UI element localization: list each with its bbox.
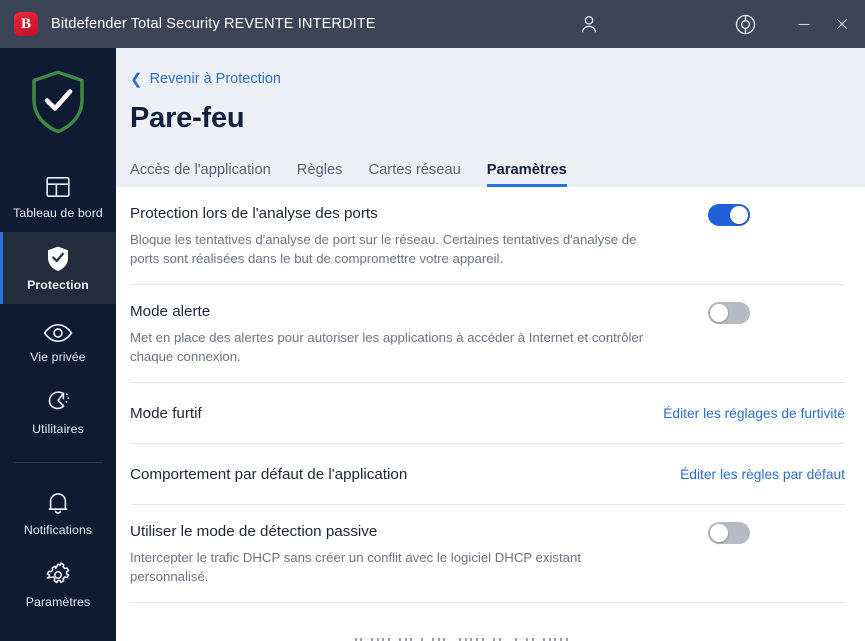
setting-title: Utiliser le mode de détection passive xyxy=(130,523,378,540)
setting-text: Mode alerte Met en place des alertes pou… xyxy=(130,302,690,366)
mode-alerte-toggle[interactable] xyxy=(708,302,750,324)
setting-control: Éditer les réglages de furtivité xyxy=(647,406,845,421)
sidebar: Tableau de bord Protection Vie privée Ut… xyxy=(0,48,116,641)
toggle-knob xyxy=(710,524,728,542)
setting-row-mode-furtif: Mode furtif Éditer les réglages de furti… xyxy=(130,383,845,444)
sidebar-item-label: Paramètres xyxy=(25,594,91,609)
sidebar-divider xyxy=(14,462,102,463)
tab-regles[interactable]: Règles xyxy=(297,162,343,187)
eye-icon xyxy=(43,317,73,343)
setting-title: Mode alerte xyxy=(130,303,211,320)
account-button[interactable] xyxy=(566,0,612,48)
bell-icon xyxy=(46,490,70,516)
setting-title: Comportement par défaut de l'application xyxy=(130,466,408,483)
close-button[interactable] xyxy=(819,0,865,48)
sidebar-item-parametres[interactable]: Paramètres xyxy=(0,549,116,621)
gear-icon xyxy=(45,561,71,588)
toggle-knob xyxy=(730,206,748,224)
sidebar-item-label: Notifications xyxy=(23,522,93,537)
sidebar-item-utilitaires[interactable]: Utilitaires xyxy=(0,376,116,448)
shield-check-icon xyxy=(29,69,87,140)
bitdefender-logo-icon: B xyxy=(14,12,38,36)
detection-passive-toggle[interactable] xyxy=(708,522,750,544)
window-body: Tableau de bord Protection Vie privée Ut… xyxy=(0,48,865,641)
sidebar-item-label: Vie privée xyxy=(30,349,86,364)
sidebar-brand xyxy=(0,48,116,160)
sidebar-item-label: Utilitaires xyxy=(32,421,84,436)
setting-text: Utiliser le mode de détection passive In… xyxy=(130,522,690,586)
toggle-knob xyxy=(710,304,728,322)
chevron-left-icon: ❮ xyxy=(130,70,143,88)
minimize-icon xyxy=(796,16,812,32)
tab-cartes-reseau[interactable]: Cartes réseau xyxy=(369,162,461,187)
main-content: ❮ Revenir à Protection Pare-feu Accès de… xyxy=(116,48,865,641)
sidebar-item-tableau-de-bord[interactable]: Tableau de bord xyxy=(0,160,116,232)
setting-description: Bloque les tentatives d'analyse de port … xyxy=(130,232,637,266)
edit-stealth-settings-link[interactable]: Éditer les réglages de furtivité xyxy=(663,406,845,421)
setting-description: Met en place des alertes pour autoriser … xyxy=(130,330,644,364)
page-title: Pare-feu xyxy=(130,101,245,134)
logo-letter: B xyxy=(20,15,31,32)
sidebar-item-vie-privee[interactable]: Vie privée xyxy=(0,304,116,376)
setting-text: Protection lors de l'analyse des ports B… xyxy=(130,204,690,268)
back-link-label: Revenir à Protection xyxy=(149,71,281,87)
setting-control xyxy=(690,302,750,324)
setting-description: Intercepter le trafic DHCP sans créer un… xyxy=(130,550,582,584)
setting-row-comportement-par-defaut: Comportement par défaut de l'application… xyxy=(130,444,845,505)
close-icon xyxy=(834,16,850,32)
setting-title: Mode furtif xyxy=(130,405,202,422)
setting-control xyxy=(690,522,750,544)
edit-default-rules-link[interactable]: Éditer les règles par défaut xyxy=(680,467,845,482)
dashboard-icon xyxy=(45,173,71,199)
person-icon xyxy=(578,13,600,35)
sidebar-item-label: Tableau de bord xyxy=(13,205,103,220)
setting-control: Éditer les règles par défaut xyxy=(664,467,845,482)
setting-row-mode-alerte: Mode alerte Met en place des alertes pou… xyxy=(130,285,845,383)
port-scan-protection-toggle[interactable] xyxy=(708,204,750,226)
sidebar-bottom-spacer xyxy=(0,621,116,641)
setting-text: Comportement par défaut de l'application xyxy=(130,465,664,484)
window-title: Bitdefender Total Security REVENTE INTER… xyxy=(51,16,376,32)
tab-acces-de-l-application[interactable]: Accès de l'application xyxy=(130,162,271,187)
setting-text: Mode furtif xyxy=(130,404,647,423)
setting-row-detection-passive: Utiliser le mode de détection passive In… xyxy=(130,505,845,603)
setting-control xyxy=(690,204,750,226)
setting-title: Protection lors de l'analyse des ports xyxy=(130,205,378,222)
page-header: ❮ Revenir à Protection Pare-feu Accès de… xyxy=(116,48,865,187)
sidebar-item-notifications[interactable]: Notifications xyxy=(0,477,116,549)
settings-list: Protection lors de l'analyse des ports B… xyxy=(116,187,865,641)
tab-bar: Accès de l'application Règles Cartes rés… xyxy=(130,151,567,187)
sidebar-item-protection[interactable]: Protection xyxy=(0,232,116,304)
shield-check-filled-icon xyxy=(46,245,70,271)
clipped-bottom-text xyxy=(351,637,581,641)
setting-row-port-scan-protection: Protection lors de l'analyse des ports B… xyxy=(130,187,845,285)
help-button[interactable] xyxy=(722,0,768,48)
tools-icon xyxy=(45,389,71,415)
sidebar-item-label: Protection xyxy=(27,277,89,292)
application-window: B Bitdefender Total Security REVENTE INT… xyxy=(0,0,865,641)
back-to-protection-link[interactable]: ❮ Revenir à Protection xyxy=(130,71,281,87)
tab-parametres[interactable]: Paramètres xyxy=(486,162,567,187)
lifebuoy-icon xyxy=(734,13,757,36)
title-bar: B Bitdefender Total Security REVENTE INT… xyxy=(0,0,865,48)
